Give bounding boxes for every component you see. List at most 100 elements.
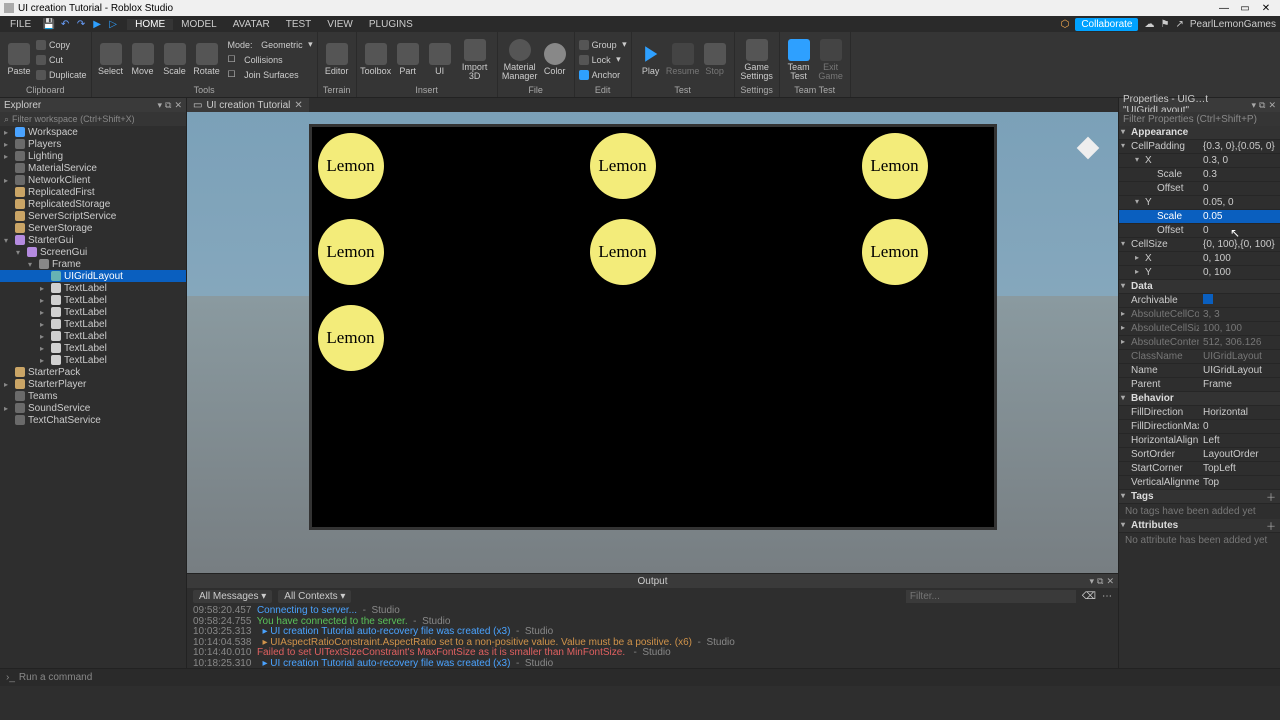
property-value[interactable]: 100, 100 [1199, 323, 1280, 334]
resume-button[interactable]: Resume [668, 37, 698, 83]
tab-home[interactable]: HOME [127, 19, 173, 30]
rotate-tool[interactable]: Rotate [192, 37, 222, 83]
tab-plugins[interactable]: PLUGINS [361, 19, 421, 30]
doc-tab[interactable]: ▭ UI creation Tutorial ✕ [187, 98, 309, 112]
property-row[interactable]: ▸AbsoluteConten…512, 306.126 [1119, 336, 1280, 350]
group-button[interactable]: Group ▾ [579, 38, 627, 52]
tree-node[interactable]: ▸TextLabel [0, 294, 186, 306]
material-manager-button[interactable]: Material Manager [502, 37, 538, 83]
tree-node[interactable]: ▸SoundService [0, 402, 186, 414]
properties-body[interactable]: ▾Appearance▾CellPadding{0.3, 0},{0.05, 0… [1119, 126, 1280, 668]
share-icon[interactable]: ↗ [1175, 19, 1183, 30]
tree-node[interactable]: Teams [0, 390, 186, 402]
property-row[interactable]: ▾CellSize{0, 100},{0, 100} [1119, 238, 1280, 252]
tree-node[interactable]: ▸NetworkClient [0, 174, 186, 186]
output-menu-icon[interactable]: ⋯ [1102, 591, 1112, 602]
dropdown-icon[interactable]: ▾ [157, 100, 162, 111]
qat-redo-icon[interactable]: ↷ [75, 18, 87, 30]
property-value[interactable]: 0 [1199, 421, 1280, 432]
explorer-tree[interactable]: ▸Workspace▸Players▸LightingMaterialServi… [0, 126, 186, 668]
property-value[interactable]: 0, 100 [1199, 253, 1280, 264]
paste-button[interactable]: Paste [4, 37, 34, 83]
cut-button[interactable]: Cut [36, 53, 87, 67]
tree-node[interactable]: ▸TextLabel [0, 342, 186, 354]
import3d-button[interactable]: Import 3D [457, 37, 493, 83]
part-button[interactable]: Part [393, 37, 423, 83]
property-value[interactable]: {0.3, 0},{0.05, 0} [1199, 141, 1280, 152]
menu-file[interactable]: FILE [4, 19, 37, 30]
close-panel-icon[interactable]: ✕ [1268, 100, 1276, 111]
properties-filter[interactable]: Filter Properties (Ctrl+Shift+P) [1119, 112, 1280, 126]
property-value[interactable] [1199, 294, 1280, 307]
team-test-button[interactable]: Team Test [784, 37, 814, 83]
property-row[interactable]: VerticalAlignmentTop [1119, 476, 1280, 490]
tree-node[interactable]: MaterialService [0, 162, 186, 174]
property-row[interactable]: ▸Y0, 100 [1119, 266, 1280, 280]
qat-save-icon[interactable]: 💾 [43, 18, 55, 30]
tree-node[interactable]: TextChatService [0, 414, 186, 426]
mode-dropdown[interactable]: Mode: Geometric ▾ [228, 38, 313, 52]
property-value[interactable]: LayoutOrder [1199, 449, 1280, 460]
explorer-filter[interactable]: ⌕ Filter workspace (Ctrl+Shift+X) [0, 112, 186, 126]
property-row[interactable]: Scale0.3 [1119, 168, 1280, 182]
property-row[interactable]: StartCornerTopLeft [1119, 462, 1280, 476]
property-value[interactable]: UIGridLayout [1199, 351, 1280, 362]
command-bar[interactable]: ›_ Run a command [0, 668, 1280, 686]
property-section[interactable]: ▾Appearance [1119, 126, 1280, 140]
user-chip[interactable]: PearlLemonGames [1190, 19, 1276, 30]
property-value[interactable]: 0.05, 0 [1199, 197, 1280, 208]
copy-button[interactable]: Copy [36, 38, 87, 52]
tab-test[interactable]: TEST [278, 19, 320, 30]
close-panel-icon[interactable]: ✕ [1106, 576, 1114, 587]
property-row[interactable]: Scale0.05 [1119, 210, 1280, 224]
play-button[interactable]: Play [636, 37, 666, 83]
tree-node[interactable]: ▸StarterPlayer [0, 378, 186, 390]
add-icon[interactable]: ＋ [1266, 489, 1276, 504]
property-row[interactable]: ▸AbsoluteCellSize100, 100 [1119, 322, 1280, 336]
tree-node[interactable]: ServerScriptService [0, 210, 186, 222]
contexts-filter[interactable]: All Contexts ▾ [278, 590, 351, 603]
property-value[interactable]: 0 [1199, 225, 1280, 236]
tree-node[interactable]: ▸TextLabel [0, 282, 186, 294]
property-row[interactable]: SortOrderLayoutOrder [1119, 448, 1280, 462]
undock-icon[interactable]: ⧉ [165, 100, 171, 111]
property-section[interactable]: ▾Data [1119, 280, 1280, 294]
output-filter-input[interactable] [906, 590, 1076, 603]
property-value[interactable]: 0 [1199, 183, 1280, 194]
property-value[interactable]: 3, 3 [1199, 309, 1280, 320]
join-surfaces-toggle[interactable]: ☐ Join Surfaces [228, 68, 313, 82]
tab-model[interactable]: MODEL [173, 19, 225, 30]
property-value[interactable]: 0.3 [1199, 169, 1280, 180]
maximize-button[interactable]: ▭ [1235, 1, 1255, 15]
property-value[interactable]: 0.05 [1199, 211, 1280, 222]
property-row[interactable]: Offset0 [1119, 182, 1280, 196]
scale-tool[interactable]: Scale [160, 37, 190, 83]
tree-node[interactable]: ▸TextLabel [0, 318, 186, 330]
property-row[interactable]: FillDirectionMax…0 [1119, 420, 1280, 434]
tree-node[interactable]: ▸Workspace [0, 126, 186, 138]
undock-icon[interactable]: ⧉ [1097, 576, 1103, 587]
property-value[interactable]: {0, 100},{0, 100} [1199, 239, 1280, 250]
property-value[interactable]: UIGridLayout [1199, 365, 1280, 376]
property-row[interactable]: Archivable [1119, 294, 1280, 308]
property-row[interactable]: FillDirectionHorizontal [1119, 406, 1280, 420]
tab-avatar[interactable]: AVATAR [225, 19, 278, 30]
close-button[interactable]: ✕ [1256, 1, 1276, 15]
qat-undo-icon[interactable]: ↶ [59, 18, 71, 30]
tree-node[interactable]: UIGridLayout [0, 270, 186, 282]
property-value[interactable]: 0, 100 [1199, 267, 1280, 278]
stop-button[interactable]: Stop [700, 37, 730, 83]
collisions-toggle[interactable]: ☐ Collisions [228, 53, 313, 67]
property-section[interactable]: ▾Tags＋ [1119, 490, 1280, 504]
property-row[interactable]: HorizontalAlign…Left [1119, 434, 1280, 448]
qat-play-icon[interactable]: ▶ [91, 18, 103, 30]
add-icon[interactable]: ＋ [1266, 518, 1276, 533]
property-value[interactable]: Frame [1199, 379, 1280, 390]
property-row[interactable]: ▸AbsoluteCellCo…3, 3 [1119, 308, 1280, 322]
property-row[interactable]: NameUIGridLayout [1119, 364, 1280, 378]
tree-node[interactable]: ServerStorage [0, 222, 186, 234]
messages-filter[interactable]: All Messages ▾ [193, 590, 272, 603]
property-value[interactable]: 0.3, 0 [1199, 155, 1280, 166]
tree-node[interactable]: ▾ScreenGui [0, 246, 186, 258]
upgrade-icon[interactable]: ⬡ [1061, 19, 1070, 30]
